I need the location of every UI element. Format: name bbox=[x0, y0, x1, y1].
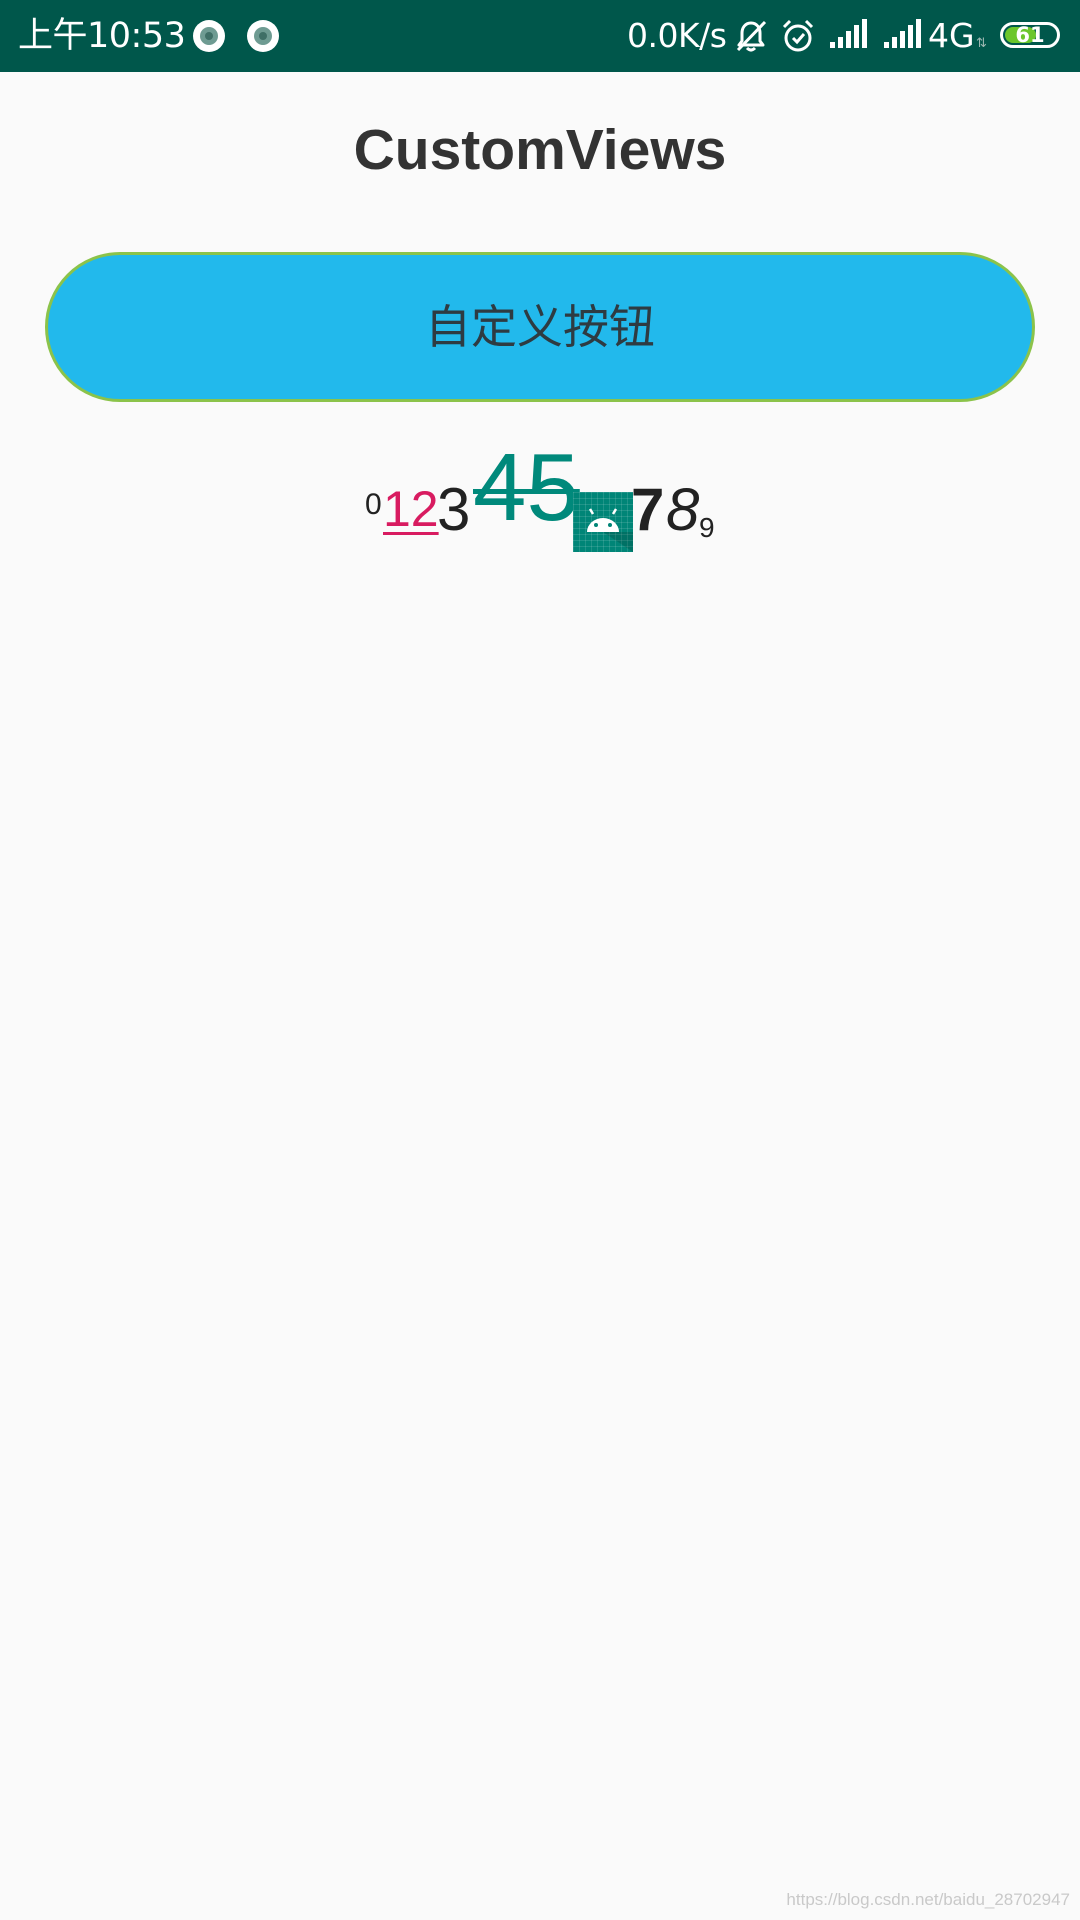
alarm-clock-icon bbox=[782, 19, 814, 52]
status-bar: 上午10:53 0.0K/s 4G ⇅ 61 bbox=[0, 0, 1080, 72]
signal-bars-icon bbox=[830, 19, 867, 48]
custom-button[interactable]: 自定义按钮 bbox=[45, 252, 1035, 402]
page-title: CustomViews bbox=[353, 118, 727, 182]
span-underline-colored: 12 bbox=[383, 481, 439, 537]
span-large: 3 bbox=[437, 476, 471, 543]
android-icon bbox=[573, 492, 633, 552]
span-small: 9 bbox=[699, 512, 715, 543]
span-italic: 8 bbox=[666, 476, 700, 543]
battery-icon: 61 bbox=[1000, 22, 1060, 48]
battery-level: 61 bbox=[1015, 23, 1045, 47]
network-speed: 0.0K/s bbox=[627, 16, 727, 55]
network-type: 4G bbox=[928, 16, 975, 55]
span-strikethrough-large: 45 bbox=[473, 434, 580, 541]
watermark: https://blog.csdn.net/baidu_28702947 bbox=[786, 1890, 1070, 1909]
notification-icon bbox=[247, 20, 279, 52]
data-activity-icon: ⇅ bbox=[976, 36, 987, 51]
span-normal: 0 bbox=[365, 488, 382, 521]
signal-bars-icon bbox=[884, 19, 921, 48]
notification-icon bbox=[193, 20, 225, 52]
status-time: 上午10:53 bbox=[18, 16, 186, 56]
android-robot-icon bbox=[587, 508, 633, 552]
span-bold: 7 bbox=[631, 476, 665, 543]
mute-bell-icon bbox=[736, 20, 767, 52]
